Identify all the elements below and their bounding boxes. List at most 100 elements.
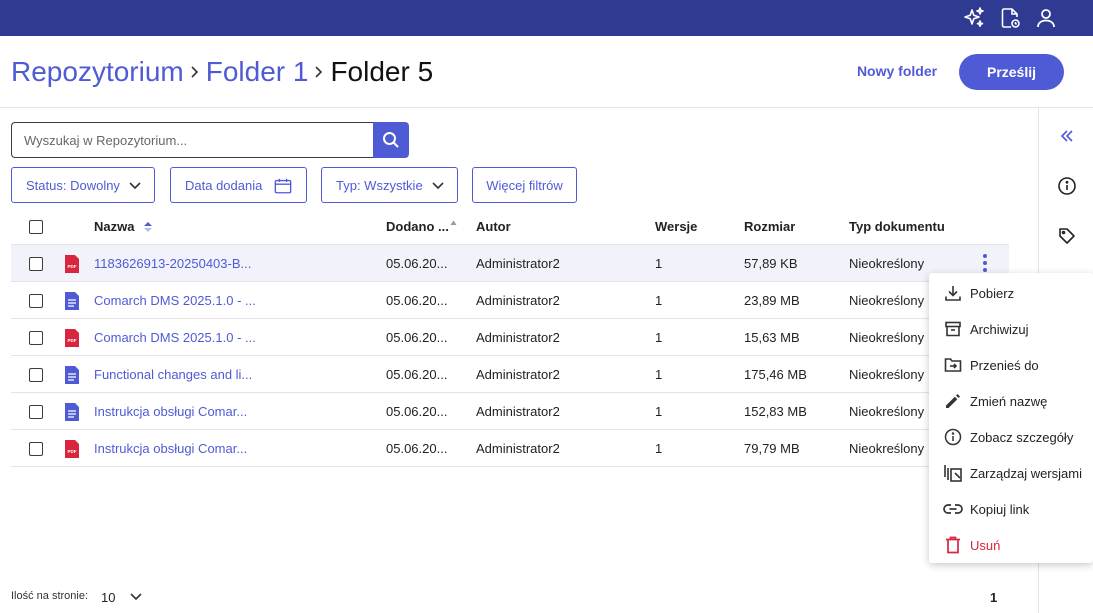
column-header-name-label: Nazwa — [94, 219, 135, 234]
date-added-filter[interactable]: Data dodania — [170, 167, 307, 203]
table-row[interactable]: Instrukcja obsługi Comar... 05.06.20... … — [11, 393, 1009, 430]
breadcrumb: Repozytorium Folder 1 Folder 5 — [11, 54, 433, 90]
file-name-link[interactable]: Instrukcja obsługi Comar... — [94, 441, 247, 456]
archive-icon — [943, 319, 963, 339]
items-per-page-label: Ilość na stronie: — [11, 590, 89, 602]
menu-item-download[interactable]: Pobierz — [929, 275, 1093, 311]
chevron-right-icon — [308, 65, 330, 79]
date-added-cell: 05.06.20... — [386, 256, 448, 271]
more-filters-button[interactable]: Więcej filtrów — [472, 167, 577, 203]
table-row[interactable]: PDF 1183626913-20250403-B... 05.06.20...… — [11, 245, 1009, 282]
search-button[interactable] — [373, 122, 409, 158]
row-checkbox[interactable] — [29, 442, 43, 456]
table-header: Nazwa Dodano ... Autor Wersje Rozmiar Ty… — [11, 208, 1009, 245]
select-all-checkbox[interactable] — [29, 220, 43, 234]
size-cell: 152,83 MB — [744, 404, 807, 419]
row-checkbox[interactable] — [29, 294, 43, 308]
tag-icon[interactable] — [1055, 224, 1079, 248]
search-input[interactable] — [11, 122, 374, 158]
info-icon[interactable] — [1055, 174, 1079, 198]
trash-icon — [943, 535, 963, 555]
row-checkbox[interactable] — [29, 257, 43, 271]
size-cell: 23,89 MB — [744, 293, 800, 308]
page-header: Repozytorium Folder 1 Folder 5 Nowy fold… — [0, 36, 1093, 108]
author-cell: Administrator2 — [476, 293, 560, 308]
column-header-author[interactable]: Autor — [476, 208, 511, 245]
move-to-folder-icon — [943, 355, 963, 375]
menu-item-view-details[interactable]: Zobacz szczegóły — [929, 419, 1093, 455]
menu-item-copy-link[interactable]: Kopiuj link — [929, 491, 1093, 527]
table-row[interactable]: Comarch DMS 2025.1.0 - ... 05.06.20... A… — [11, 282, 1009, 319]
pdf-file-icon: PDF — [65, 440, 79, 458]
pdf-file-icon: PDF — [65, 329, 79, 347]
table-row[interactable]: PDF Comarch DMS 2025.1.0 - ... 05.06.20.… — [11, 319, 1009, 356]
size-cell: 15,63 MB — [744, 330, 800, 345]
collapse-double-chevron-icon[interactable] — [1055, 124, 1079, 148]
row-checkbox[interactable] — [29, 368, 43, 382]
breadcrumb-link-repozytorium[interactable]: Repozytorium — [11, 54, 184, 90]
menu-item-label: Zarządzaj wersjami — [970, 465, 1082, 481]
file-name-link[interactable]: 1183626913-20250403-B... — [94, 256, 251, 271]
author-cell: Administrator2 — [476, 256, 560, 271]
type-filter[interactable]: Typ: Wszystkie — [321, 167, 458, 203]
document-settings-icon[interactable] — [997, 5, 1023, 31]
user-icon[interactable] — [1033, 5, 1059, 31]
menu-item-manage-versions[interactable]: Zarządzaj wersjami — [929, 455, 1093, 491]
doc-file-icon — [65, 403, 79, 421]
versions-cell: 1 — [655, 330, 663, 345]
table-row[interactable]: Functional changes and li... 05.06.20...… — [11, 356, 1009, 393]
doc-type-cell: Nieokreślony — [849, 404, 925, 419]
new-folder-button[interactable]: Nowy folder — [849, 55, 945, 87]
breadcrumb-link-folder-1[interactable]: Folder 1 — [206, 54, 309, 90]
doc-type-cell: Nieokreślony — [849, 330, 925, 345]
chevron-down-icon — [126, 177, 144, 195]
pdf-file-icon: PDF — [65, 255, 79, 273]
top-bar — [0, 0, 1093, 36]
menu-item-delete[interactable]: Usuń — [929, 527, 1093, 563]
sparkles-icon[interactable] — [961, 5, 987, 31]
date-added-cell: 05.06.20... — [386, 330, 448, 345]
file-name-link[interactable]: Functional changes and li... — [94, 367, 252, 382]
column-header-added-label: Dodano ... — [386, 219, 449, 234]
svg-text:PDF: PDF — [68, 338, 77, 343]
column-header-added[interactable]: Dodano ... — [386, 208, 457, 245]
menu-item-move-to[interactable]: Przenieś do — [929, 347, 1093, 383]
upload-button[interactable]: Prześlij — [959, 54, 1064, 90]
doc-file-icon — [65, 366, 79, 384]
date-added-cell: 05.06.20... — [386, 441, 448, 456]
items-per-page-select[interactable]: 10 — [101, 587, 146, 607]
row-checkbox[interactable] — [29, 331, 43, 345]
link-icon — [943, 499, 963, 519]
column-header-doc-type[interactable]: Typ dokumentu — [849, 208, 945, 245]
more-actions-kebab-icon[interactable] — [975, 251, 995, 275]
menu-item-label: Przenieś do — [970, 357, 1039, 373]
table-row[interactable]: PDF Instrukcja obsługi Comar... 05.06.20… — [11, 430, 1009, 467]
column-header-name[interactable]: Nazwa — [94, 208, 153, 245]
column-header-size[interactable]: Rozmiar — [744, 208, 795, 245]
date-added-cell: 05.06.20... — [386, 293, 448, 308]
menu-item-rename[interactable]: Zmień nazwę — [929, 383, 1093, 419]
file-name-link[interactable]: Comarch DMS 2025.1.0 - ... — [94, 330, 256, 345]
author-cell: Administrator2 — [476, 367, 560, 382]
versions-cell: 1 — [655, 441, 663, 456]
menu-item-archive[interactable]: Archiwizuj — [929, 311, 1093, 347]
row-checkbox[interactable] — [29, 405, 43, 419]
versions-cell: 1 — [655, 256, 663, 271]
row-context-menu: Pobierz Archiwizuj Przenieś do Zmień naz… — [929, 273, 1093, 563]
svg-text:PDF: PDF — [68, 449, 77, 454]
search-icon — [383, 132, 399, 148]
current-page-number[interactable]: 1 — [990, 590, 997, 605]
doc-file-icon — [65, 292, 79, 310]
type-filter-label: Typ: Wszystkie — [336, 177, 423, 193]
column-header-versions[interactable]: Wersje — [655, 208, 697, 245]
file-name-link[interactable]: Comarch DMS 2025.1.0 - ... — [94, 293, 256, 308]
status-filter[interactable]: Status: Dowolny — [11, 167, 155, 203]
chevron-right-icon — [184, 65, 206, 79]
file-name-link[interactable]: Instrukcja obsługi Comar... — [94, 404, 247, 419]
menu-item-label: Pobierz — [970, 285, 1015, 301]
menu-item-label: Archiwizuj — [970, 321, 1029, 337]
doc-type-cell: Nieokreślony — [849, 441, 925, 456]
date-added-cell: 05.06.20... — [386, 367, 448, 382]
sort-icon — [450, 220, 457, 225]
versions-icon — [943, 463, 963, 483]
